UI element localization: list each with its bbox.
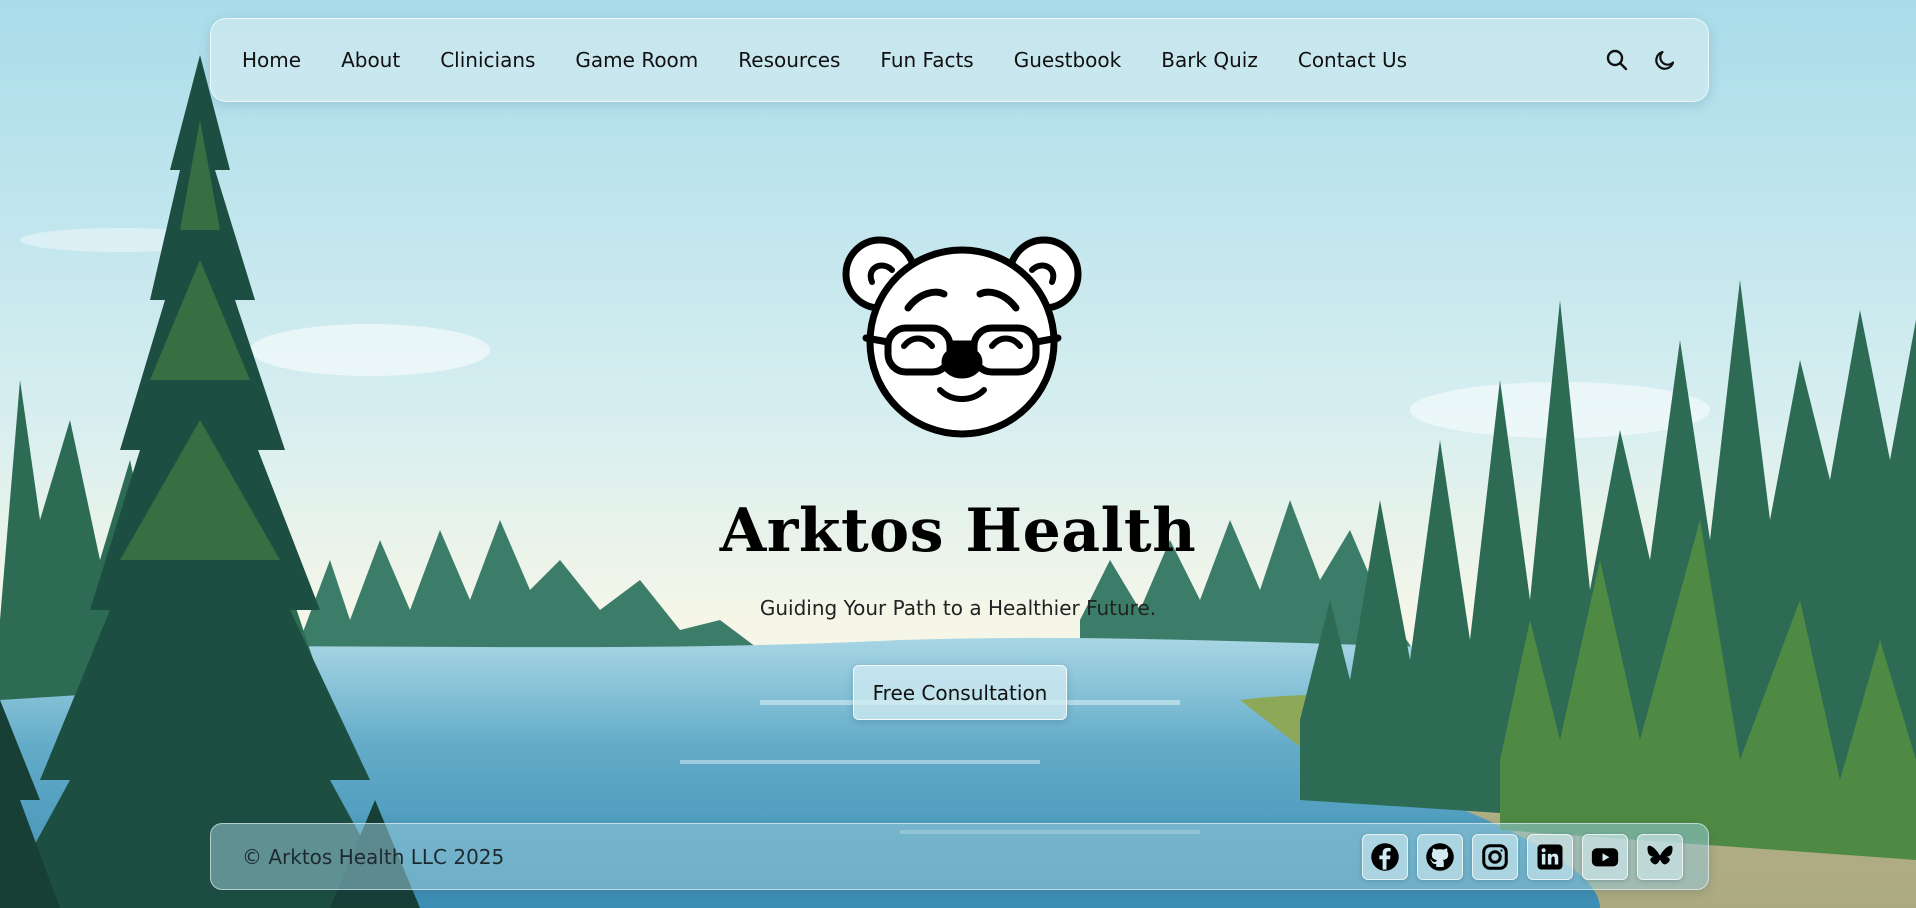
nav-link-game-room[interactable]: Game Room [575,48,698,72]
nav-link-contact-us[interactable]: Contact Us [1298,48,1407,72]
free-consultation-button[interactable]: Free Consultation [853,665,1067,720]
facebook-icon [1371,842,1399,871]
bluesky-link[interactable] [1637,833,1683,880]
background-landscape [0,0,1916,908]
instagram-icon [1482,843,1508,870]
nav-link-home[interactable]: Home [242,48,301,72]
youtube-icon [1591,847,1619,866]
search-button[interactable] [1604,47,1630,73]
linkedin-icon [1537,844,1563,869]
nav-link-resources[interactable]: Resources [738,48,840,72]
moon-icon [1655,50,1675,70]
search-icon [1606,49,1628,71]
youtube-link[interactable] [1582,833,1628,880]
page-title: Arktos Health [719,496,1197,566]
nav-link-clinicians[interactable]: Clinicians [440,48,535,72]
bear-logo-icon [842,236,1082,438]
nav-links: Home About Clinicians Game Room Resource… [211,19,1447,101]
nav-link-fun-facts[interactable]: Fun Facts [880,48,973,72]
nav-link-about[interactable]: About [341,48,400,72]
linkedin-link[interactable] [1527,833,1573,880]
nav-link-bark-quiz[interactable]: Bark Quiz [1161,48,1258,72]
nav-link-guestbook[interactable]: Guestbook [1014,48,1122,72]
instagram-link[interactable] [1472,833,1518,880]
page-subtitle: Guiding Your Path to a Healthier Future. [759,596,1157,620]
github-icon [1426,842,1454,871]
dark-mode-toggle[interactable] [1652,47,1678,73]
top-navbar: Home About Clinicians Game Room Resource… [210,18,1709,102]
nav-tools [1604,47,1708,73]
footer-bar: © Arktos Health LLC 2025 [210,823,1709,890]
facebook-link[interactable] [1362,833,1408,880]
github-link[interactable] [1417,833,1463,880]
social-links [1362,833,1708,880]
bluesky-icon [1647,845,1673,864]
copyright-text: © Arktos Health LLC 2025 [242,844,505,869]
